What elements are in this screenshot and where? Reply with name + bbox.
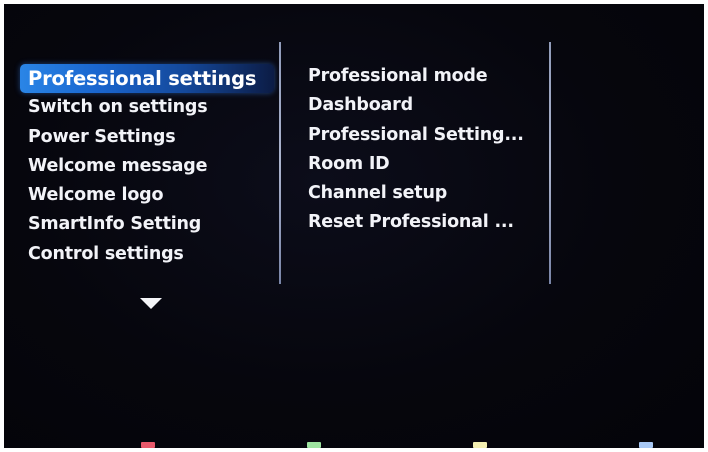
submenu-item-professional-mode[interactable]: Professional mode <box>300 62 540 91</box>
column-divider <box>549 42 551 284</box>
submenu-item-room-id[interactable]: Room ID <box>300 150 540 179</box>
submenu-item-channel-setup[interactable]: Channel setup <box>300 179 540 208</box>
menu-item-professional-settings[interactable]: Professional settings <box>20 64 274 94</box>
tv-screen: Professional settings Switch on settings… <box>4 4 704 448</box>
submenu-item-dashboard[interactable]: Dashboard <box>300 91 540 120</box>
green-key-indicator <box>307 442 321 448</box>
chevron-down-icon[interactable] <box>140 298 162 309</box>
menu-item-control-settings[interactable]: Control settings <box>20 240 274 269</box>
submenu: Professional mode Dashboard Professional… <box>300 62 540 238</box>
main-menu: Professional settings Switch on settings… <box>20 64 274 269</box>
submenu-item-reset-professional[interactable]: Reset Professional ... <box>300 208 540 237</box>
yellow-key-indicator <box>473 442 487 448</box>
submenu-item-professional-setting[interactable]: Professional Setting... <box>300 121 540 150</box>
menu-item-switch-on-settings[interactable]: Switch on settings <box>20 93 274 122</box>
column-divider <box>279 42 281 284</box>
menu-item-smartinfo-setting[interactable]: SmartInfo Setting <box>20 210 274 239</box>
blue-key-indicator <box>639 442 653 448</box>
menu-item-power-settings[interactable]: Power Settings <box>20 123 274 152</box>
menu-item-welcome-message[interactable]: Welcome message <box>20 152 274 181</box>
menu-item-welcome-logo[interactable]: Welcome logo <box>20 181 274 210</box>
red-key-indicator <box>141 442 155 448</box>
